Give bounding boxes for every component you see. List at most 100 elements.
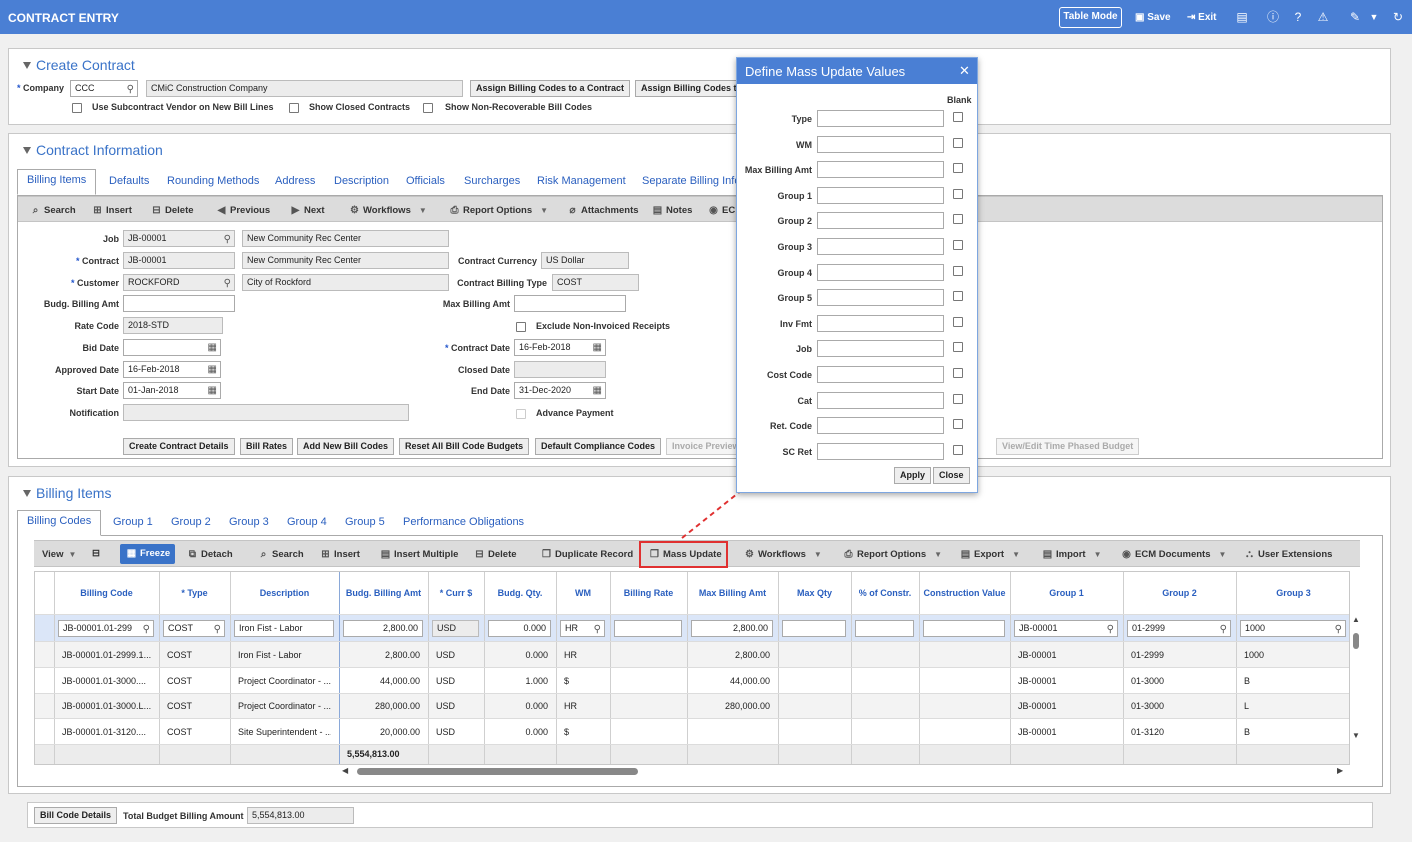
edit-cell-11[interactable] <box>923 620 1005 637</box>
bill-rates-button[interactable]: Bill Rates <box>240 438 294 455</box>
dialog-input-5[interactable] <box>817 238 944 255</box>
tab-performance-obligations[interactable]: Performance Obligations <box>403 516 524 528</box>
add-new-bill-codes-button[interactable]: Add New Bill Codes <box>297 438 395 455</box>
table-cell[interactable]: JB-00001 <box>1018 701 1115 711</box>
table-cell[interactable]: 0.000 <box>492 701 548 711</box>
tab-group-5[interactable]: Group 5 <box>345 516 385 528</box>
table-cell[interactable]: B <box>1244 676 1343 686</box>
table-cell[interactable]: 2,800.00 <box>695 650 770 660</box>
show-closed-checkbox[interactable] <box>289 103 299 113</box>
table-cell[interactable]: B <box>1244 727 1343 737</box>
create-contract-title[interactable]: Create Contract <box>23 57 135 73</box>
tab-group-2[interactable]: Group 2 <box>171 516 211 528</box>
table-cell[interactable]: 01-3000 <box>1131 676 1228 686</box>
subcontract-vendor-checkbox[interactable] <box>72 103 82 113</box>
search-icon[interactable]: ⚲ <box>143 622 150 636</box>
dialog-input-0[interactable] <box>817 110 944 127</box>
chevron-down-icon[interactable]: ▼ <box>1367 10 1381 24</box>
next-tool[interactable]: ▶ Next <box>290 205 325 216</box>
end-date-input[interactable]: 31-Dec-2020 ▦ <box>514 382 606 399</box>
edit-cell-12[interactable]: JB-00001 ⚲ <box>1014 620 1118 637</box>
mass-update-tool[interactable]: ❐ Mass Update <box>649 549 722 560</box>
search-icon[interactable]: ⚲ <box>594 622 601 636</box>
dialog-input-11[interactable] <box>817 391 944 409</box>
column-header-10[interactable]: % of Constr. <box>851 588 919 598</box>
default-compliance-codes-button[interactable]: Default Compliance Codes <box>535 438 662 455</box>
billing-items-title[interactable]: Billing Items <box>23 485 111 501</box>
edit-cell-1[interactable]: COST ⚲ <box>163 620 225 637</box>
user-extensions-tool[interactable]: ⛬ User Extensions <box>1244 549 1332 560</box>
tab-rounding-methods[interactable]: Rounding Methods <box>167 175 259 187</box>
column-header-1[interactable]: * Type <box>159 588 230 598</box>
assign-billing-codes-to-button[interactable]: Assign Billing Codes to <box>635 80 739 97</box>
contract-input[interactable]: JB-00001 <box>123 252 235 269</box>
table-cell[interactable]: $ <box>564 676 602 686</box>
exit-button[interactable]: ⇥ Exit <box>1187 8 1217 28</box>
edit-icon[interactable]: ✎ <box>1348 10 1362 24</box>
ecm-documents-tool[interactable]: ◉ ECM Documents ▼ <box>1121 549 1226 560</box>
calendar-icon[interactable]: ▦ <box>208 383 217 398</box>
delete-tool[interactable]: ⊟ Delete <box>151 205 193 216</box>
column-header-9[interactable]: Max Qty <box>778 588 851 598</box>
dialog-blank-checkbox-5[interactable] <box>953 240 963 250</box>
tab-group-1[interactable]: Group 1 <box>113 516 153 528</box>
budg-billing-amt-input[interactable] <box>123 295 235 312</box>
search-icon[interactable]: ⚲ <box>214 622 221 636</box>
print-icon[interactable]: ▤ <box>1235 10 1249 24</box>
column-header-4[interactable]: * Curr $ <box>428 588 484 598</box>
scroll-right-icon[interactable]: ▶ <box>1337 766 1343 775</box>
dialog-blank-checkbox-0[interactable] <box>953 112 963 122</box>
search-icon[interactable]: ⚲ <box>127 82 134 96</box>
dialog-blank-checkbox-13[interactable] <box>953 444 963 455</box>
edit-cell-0[interactable]: JB-00001.01-299 ⚲ <box>58 620 154 637</box>
dialog-blank-checkbox-3[interactable] <box>953 188 963 199</box>
scroll-left-icon[interactable]: ◀ <box>342 766 348 775</box>
tab-billing-codes[interactable]: Billing Codes <box>17 510 102 536</box>
customer-input[interactable]: ROCKFORD ⚲ <box>123 274 235 291</box>
bid-date-input[interactable]: ▦ <box>123 339 221 356</box>
dialog-blank-checkbox-1[interactable] <box>953 137 963 148</box>
table-cell[interactable]: $ <box>564 727 602 737</box>
format-icon[interactable]: ⊟ <box>92 548 100 559</box>
tab-risk-management[interactable]: Risk Management <box>537 175 626 187</box>
attachments-tool[interactable]: ⌀ Attachments <box>567 205 638 216</box>
table-cell[interactable]: 44,000.00 <box>695 676 770 686</box>
search-icon[interactable]: ⚲ <box>1335 622 1342 636</box>
dialog-input-3[interactable] <box>817 186 944 204</box>
edit-cell-14[interactable]: 1000 ⚲ <box>1240 620 1346 637</box>
table-cell[interactable]: JB-00001 <box>1018 727 1115 737</box>
table-cell[interactable]: USD <box>436 701 476 711</box>
search-icon[interactable]: ⚲ <box>1107 622 1114 636</box>
table-cell[interactable]: COST <box>167 727 222 737</box>
dialog-input-12[interactable] <box>817 417 944 435</box>
table-cell[interactable]: 01-2999 <box>1131 650 1228 660</box>
tab-group-3[interactable]: Group 3 <box>229 516 269 528</box>
approved-date-input[interactable]: 16-Feb-2018 ▦ <box>123 361 221 378</box>
column-header-3[interactable]: Budg. Billing Amt <box>339 588 428 598</box>
view-edit-time-phased-budget-button[interactable]: View/Edit Time Phased Budget <box>996 438 1140 455</box>
table-cell[interactable]: JB-00001.01-2999.1... <box>62 650 151 660</box>
previous-tool[interactable]: ◀ Previous <box>216 205 271 216</box>
table-cell[interactable]: JB-00001.01-3000.L... <box>62 701 151 711</box>
dialog-input-1[interactable] <box>817 135 944 153</box>
column-header-0[interactable]: Billing Code <box>54 588 159 598</box>
help-icon[interactable]: ? <box>1291 10 1305 24</box>
search-tool[interactable]: ⌕ Search <box>30 205 76 216</box>
table-cell[interactable]: 280,000.00 <box>347 701 420 711</box>
workflows-tool[interactable]: ⚙ Workflows ▼ <box>744 549 822 560</box>
dialog-blank-checkbox-10[interactable] <box>953 368 963 378</box>
edit-cell-5[interactable]: 0.000 <box>488 620 551 637</box>
table-cell[interactable]: 1000 <box>1244 650 1343 660</box>
search-icon[interactable]: ⚲ <box>224 232 231 246</box>
column-header-12[interactable]: Group 1 <box>1010 588 1123 598</box>
table-cell[interactable]: 1.000 <box>492 676 548 686</box>
import-tool[interactable]: ▤ Import ▼ <box>1042 549 1102 560</box>
dialog-blank-checkbox-6[interactable] <box>953 265 963 276</box>
edit-cell-6[interactable]: HR ⚲ <box>560 620 605 637</box>
table-mode-button[interactable]: Table Mode <box>1059 7 1122 28</box>
edit-cell-3[interactable]: 2,800.00 <box>343 620 423 637</box>
tab-officials[interactable]: Officials <box>406 175 445 187</box>
dialog-input-13[interactable] <box>817 442 944 460</box>
search-icon[interactable]: ⚲ <box>224 276 231 290</box>
column-header-7[interactable]: Billing Rate <box>610 588 687 598</box>
